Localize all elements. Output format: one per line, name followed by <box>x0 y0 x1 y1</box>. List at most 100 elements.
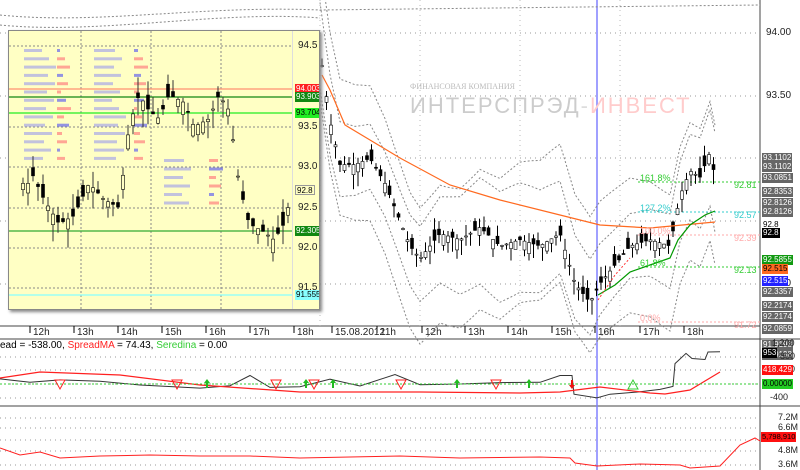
candle-body <box>711 164 716 170</box>
inset-order-bar <box>134 107 137 111</box>
inset-order-label <box>24 65 56 69</box>
inset-order-label <box>24 57 49 61</box>
candle-body <box>702 155 707 167</box>
inset-axis-label: 92.0 <box>298 242 318 253</box>
inset-order-label <box>94 57 122 61</box>
candle-body <box>482 227 486 232</box>
candle-body <box>428 245 432 252</box>
candle-body <box>91 187 95 193</box>
inset-order-bar <box>57 148 60 152</box>
candle-body <box>246 212 250 221</box>
candle-body <box>281 211 285 226</box>
inset-order-label <box>24 115 53 119</box>
candle-body <box>522 240 527 251</box>
inset-order-bar <box>57 73 63 77</box>
inset-plot <box>9 31 292 309</box>
candle-body <box>141 100 145 111</box>
candle-body <box>111 202 115 205</box>
candle-body <box>446 235 450 243</box>
inset-order-label <box>24 123 45 127</box>
candle-body <box>603 276 608 279</box>
fib-level-percent: 0.0% <box>640 313 661 323</box>
watermark-name: ИНТЕРСПРЭД-ИНВЕСТ <box>410 93 692 118</box>
candle-body <box>71 208 75 217</box>
candle-body <box>455 238 459 251</box>
candle-body <box>558 225 563 236</box>
candle-body <box>612 254 617 266</box>
candle-body <box>251 218 255 227</box>
inset-chart-window[interactable]: 94.5 93.5 93.0 92.5 92.0 91.5 94.003 93.903 93.7… <box>8 30 320 310</box>
price-marker: 92.515 <box>762 276 789 287</box>
candle-body <box>527 242 531 254</box>
indicator-value-marker: 0.00000 <box>762 379 793 389</box>
candle-body <box>693 173 698 176</box>
candle-body <box>266 234 270 237</box>
time-axis-label: 17h <box>253 327 270 338</box>
candle-body <box>347 162 351 165</box>
inset-order-label <box>24 73 48 77</box>
time-axis-label: 15h <box>165 327 182 338</box>
candle-body <box>405 239 410 243</box>
time-axis-label: 14h <box>511 327 528 338</box>
inset-order-bar <box>134 156 143 160</box>
candle-body <box>437 228 441 236</box>
candle-body <box>276 227 280 234</box>
candle-body <box>342 164 347 171</box>
candle-body <box>396 213 401 218</box>
inset-order-bar <box>57 115 64 119</box>
candle-body <box>608 270 612 282</box>
candle-body <box>36 183 40 187</box>
fib-level-percent: 127.2% <box>640 203 671 213</box>
candle-body <box>590 298 594 301</box>
price-marker: 92.8353 <box>762 187 793 198</box>
candle-body <box>414 253 419 256</box>
inset-order-label <box>94 156 116 160</box>
inset-order-bar <box>134 82 146 86</box>
inset-order-bar <box>57 98 66 102</box>
price-marker: 92.515 <box>762 263 789 274</box>
inset-order-label <box>94 98 112 102</box>
candle-body <box>585 287 590 300</box>
candle-body <box>126 134 130 150</box>
candle-body <box>554 235 558 238</box>
time-axis-label: 13h <box>468 327 485 338</box>
inset-price-marker: 92.8 <box>295 185 315 195</box>
indicator-value-marker: 953 <box>762 348 778 358</box>
candle-body <box>81 185 85 197</box>
candle-body <box>181 101 185 115</box>
inset-order-bar <box>57 49 60 52</box>
candle-body <box>231 139 235 142</box>
inset-order-label <box>164 159 184 162</box>
candle-body <box>320 65 324 67</box>
time-axis-label: 12h <box>425 327 442 338</box>
candle-body <box>61 218 65 222</box>
candle-body <box>236 175 240 178</box>
price-axis-label: 93.50 <box>766 89 792 101</box>
time-axis-label: 17h <box>643 327 660 338</box>
candle-body <box>41 184 45 198</box>
time-axis-label: 14h <box>121 327 138 338</box>
candle-body <box>221 100 225 103</box>
candle-body <box>549 238 554 244</box>
candle-body <box>374 166 378 169</box>
inset-order-bar <box>134 115 142 119</box>
candle-body <box>329 124 333 135</box>
candle-body <box>450 231 455 238</box>
inset-axis-label: 93.5 <box>298 121 318 132</box>
candle-body <box>653 241 657 251</box>
candle-body <box>324 96 329 103</box>
candle-body <box>536 240 540 246</box>
candle-body <box>271 238 275 254</box>
buy-arrow-icon <box>526 379 532 388</box>
candle-body <box>387 185 392 195</box>
inset-order-bar <box>57 65 70 69</box>
candle-body <box>410 237 414 249</box>
candle-body <box>378 169 383 177</box>
candle-body <box>286 207 290 216</box>
inset-axis-label: 92.5 <box>298 202 318 213</box>
candle-body <box>146 94 150 110</box>
band-line <box>0 4 761 19</box>
candle-body <box>106 201 110 208</box>
candle-body <box>513 240 518 250</box>
candle-body <box>464 235 468 238</box>
